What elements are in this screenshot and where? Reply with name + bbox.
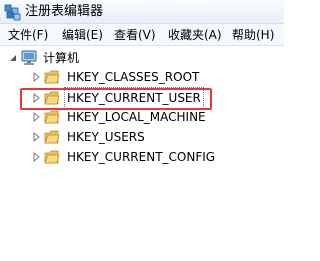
registry-editor-window: 注册表编辑器 文件(F) 编辑(E) 查看(V) 收藏夹(A) 帮助(H) 计算… [0,0,284,261]
tree-item-hkey-classes-root[interactable]: HKEY_CLASSES_ROOT [0,67,284,87]
menu-help[interactable]: 帮助(H) [230,26,276,44]
collapse-arrow-icon[interactable] [8,53,18,63]
menu-edit[interactable]: 编辑(E) [60,26,105,44]
folder-icon [44,130,60,144]
tree-item-label: 计算机 [43,51,80,65]
menu-bar: 文件(F) 编辑(E) 查看(V) 收藏夹(A) 帮助(H) [0,24,284,46]
folder-icon [44,150,60,164]
tree-item-label: HKEY_CURRENT_CONFIG [67,150,216,164]
tree-item-label: HKEY_LOCAL_MACHINE [67,110,206,124]
expand-arrow-icon[interactable] [31,72,41,82]
highlight-annotation-box [20,88,212,110]
tree-item-hkey-current-config[interactable]: HKEY_CURRENT_CONFIG [0,147,284,167]
menu-file[interactable]: 文件(F) [6,26,50,44]
tree-item-hkey-local-machine[interactable]: HKEY_LOCAL_MACHINE [0,107,284,127]
folder-icon [44,70,60,84]
tree-item-computer[interactable]: 计算机 [0,48,284,68]
tree-item-hkey-users[interactable]: HKEY_USERS [0,127,284,147]
tree-item-label: HKEY_USERS [67,130,145,144]
window-title: 注册表编辑器 [25,4,104,19]
menu-favorites[interactable]: 收藏夹(A) [166,26,224,44]
expand-arrow-icon[interactable] [31,132,41,142]
computer-icon [21,50,37,65]
title-bar: 注册表编辑器 [0,0,284,24]
expand-arrow-icon[interactable] [31,152,41,162]
expand-arrow-icon[interactable] [31,112,41,122]
folder-icon [44,110,60,124]
registry-editor-icon [4,4,21,21]
menu-view[interactable]: 查看(V) [112,26,158,44]
tree-item-label: HKEY_CLASSES_ROOT [67,70,200,84]
registry-tree: 计算机 HKEY_CLASSES_ROOT HKEY_CURRENT_USER [0,46,284,261]
